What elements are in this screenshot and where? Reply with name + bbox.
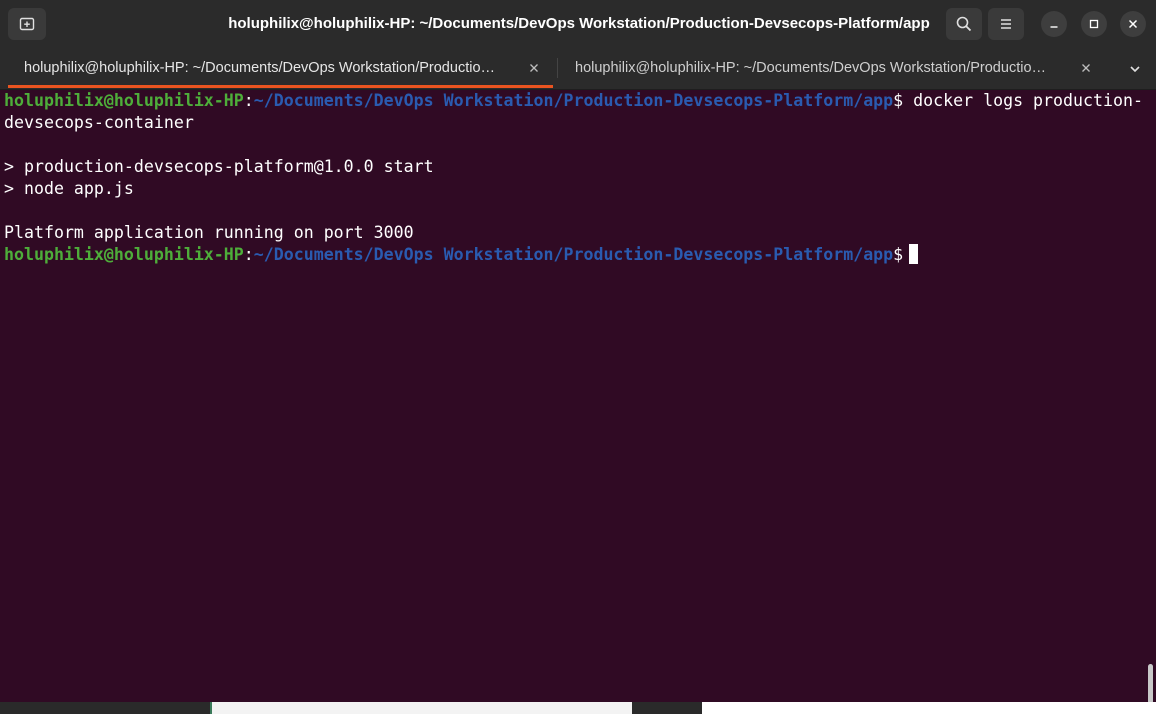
terminal-line: > production-devsecops-platform@1.0.0 st… bbox=[4, 157, 434, 176]
hamburger-menu-icon bbox=[1001, 19, 1011, 29]
maximize-icon bbox=[1089, 19, 1099, 29]
close-icon bbox=[530, 64, 538, 72]
close-icon bbox=[1128, 19, 1138, 29]
minimize-icon bbox=[1050, 26, 1058, 28]
prompt-path: ~/Documents/DevOps Workstation/Productio… bbox=[253, 91, 894, 110]
tab-terminal-2[interactable]: holuphilix@holuphilix-HP: ~/Documents/De… bbox=[560, 48, 1108, 88]
prompt-colon: : bbox=[243, 245, 254, 264]
prompt-dollar: $ bbox=[893, 245, 904, 264]
terminal-output[interactable]: holuphilix@holuphilix-HP:~/Documents/Dev… bbox=[4, 90, 1144, 714]
terminal-line: holuphilix@holuphilix-HP:~/Documents/Dev… bbox=[4, 244, 1144, 266]
tab-separator bbox=[557, 58, 558, 78]
command-text: docker logs production- bbox=[903, 91, 1143, 110]
background-document-window bbox=[210, 702, 632, 714]
close-icon bbox=[1082, 64, 1090, 72]
maximize-button[interactable] bbox=[1081, 11, 1107, 37]
window-title: holuphilix@holuphilix-HP: ~/Documents/De… bbox=[228, 15, 930, 32]
close-button[interactable] bbox=[1120, 11, 1146, 37]
terminal-line: devsecops-container bbox=[4, 113, 194, 132]
search-icon bbox=[956, 16, 972, 32]
text-cursor bbox=[909, 244, 919, 264]
terminal-line: Platform application running on port 300… bbox=[4, 223, 414, 242]
background-window bbox=[702, 702, 1156, 714]
tab-close-button[interactable] bbox=[1078, 60, 1094, 76]
prompt-user: holuphilix@holuphilix-HP bbox=[4, 91, 244, 110]
terminal-line: holuphilix@holuphilix-HP:~/Documents/Dev… bbox=[4, 90, 1144, 112]
active-tab-indicator bbox=[8, 85, 553, 88]
prompt-dollar: $ bbox=[893, 91, 904, 110]
prompt-user: holuphilix@holuphilix-HP bbox=[4, 245, 244, 264]
prompt-colon: : bbox=[243, 91, 254, 110]
tab-bar: holuphilix@holuphilix-HP: ~/Documents/De… bbox=[0, 48, 1156, 90]
tab-label: holuphilix@holuphilix-HP: ~/Documents/De… bbox=[575, 60, 1047, 76]
menu-button[interactable] bbox=[988, 8, 1024, 40]
terminal-scrollbar[interactable] bbox=[1148, 664, 1153, 704]
tab-close-button[interactable] bbox=[526, 60, 542, 76]
search-button[interactable] bbox=[946, 8, 982, 40]
terminal-window: holuphilix@holuphilix-HP: ~/Documents/De… bbox=[0, 0, 1156, 714]
minimize-button[interactable] bbox=[1041, 11, 1067, 37]
new-tab-button[interactable] bbox=[8, 8, 46, 40]
tab-label: holuphilix@holuphilix-HP: ~/Documents/De… bbox=[24, 60, 496, 76]
tab-terminal-1[interactable]: holuphilix@holuphilix-HP: ~/Documents/De… bbox=[8, 48, 553, 88]
chevron-down-icon bbox=[1130, 66, 1140, 73]
tab-list-button[interactable] bbox=[1122, 56, 1148, 82]
prompt-path: ~/Documents/DevOps Workstation/Productio… bbox=[253, 245, 894, 264]
title-bar: holuphilix@holuphilix-HP: ~/Documents/De… bbox=[0, 0, 1156, 48]
new-tab-icon bbox=[19, 17, 35, 31]
terminal-line: > node app.js bbox=[4, 179, 134, 198]
